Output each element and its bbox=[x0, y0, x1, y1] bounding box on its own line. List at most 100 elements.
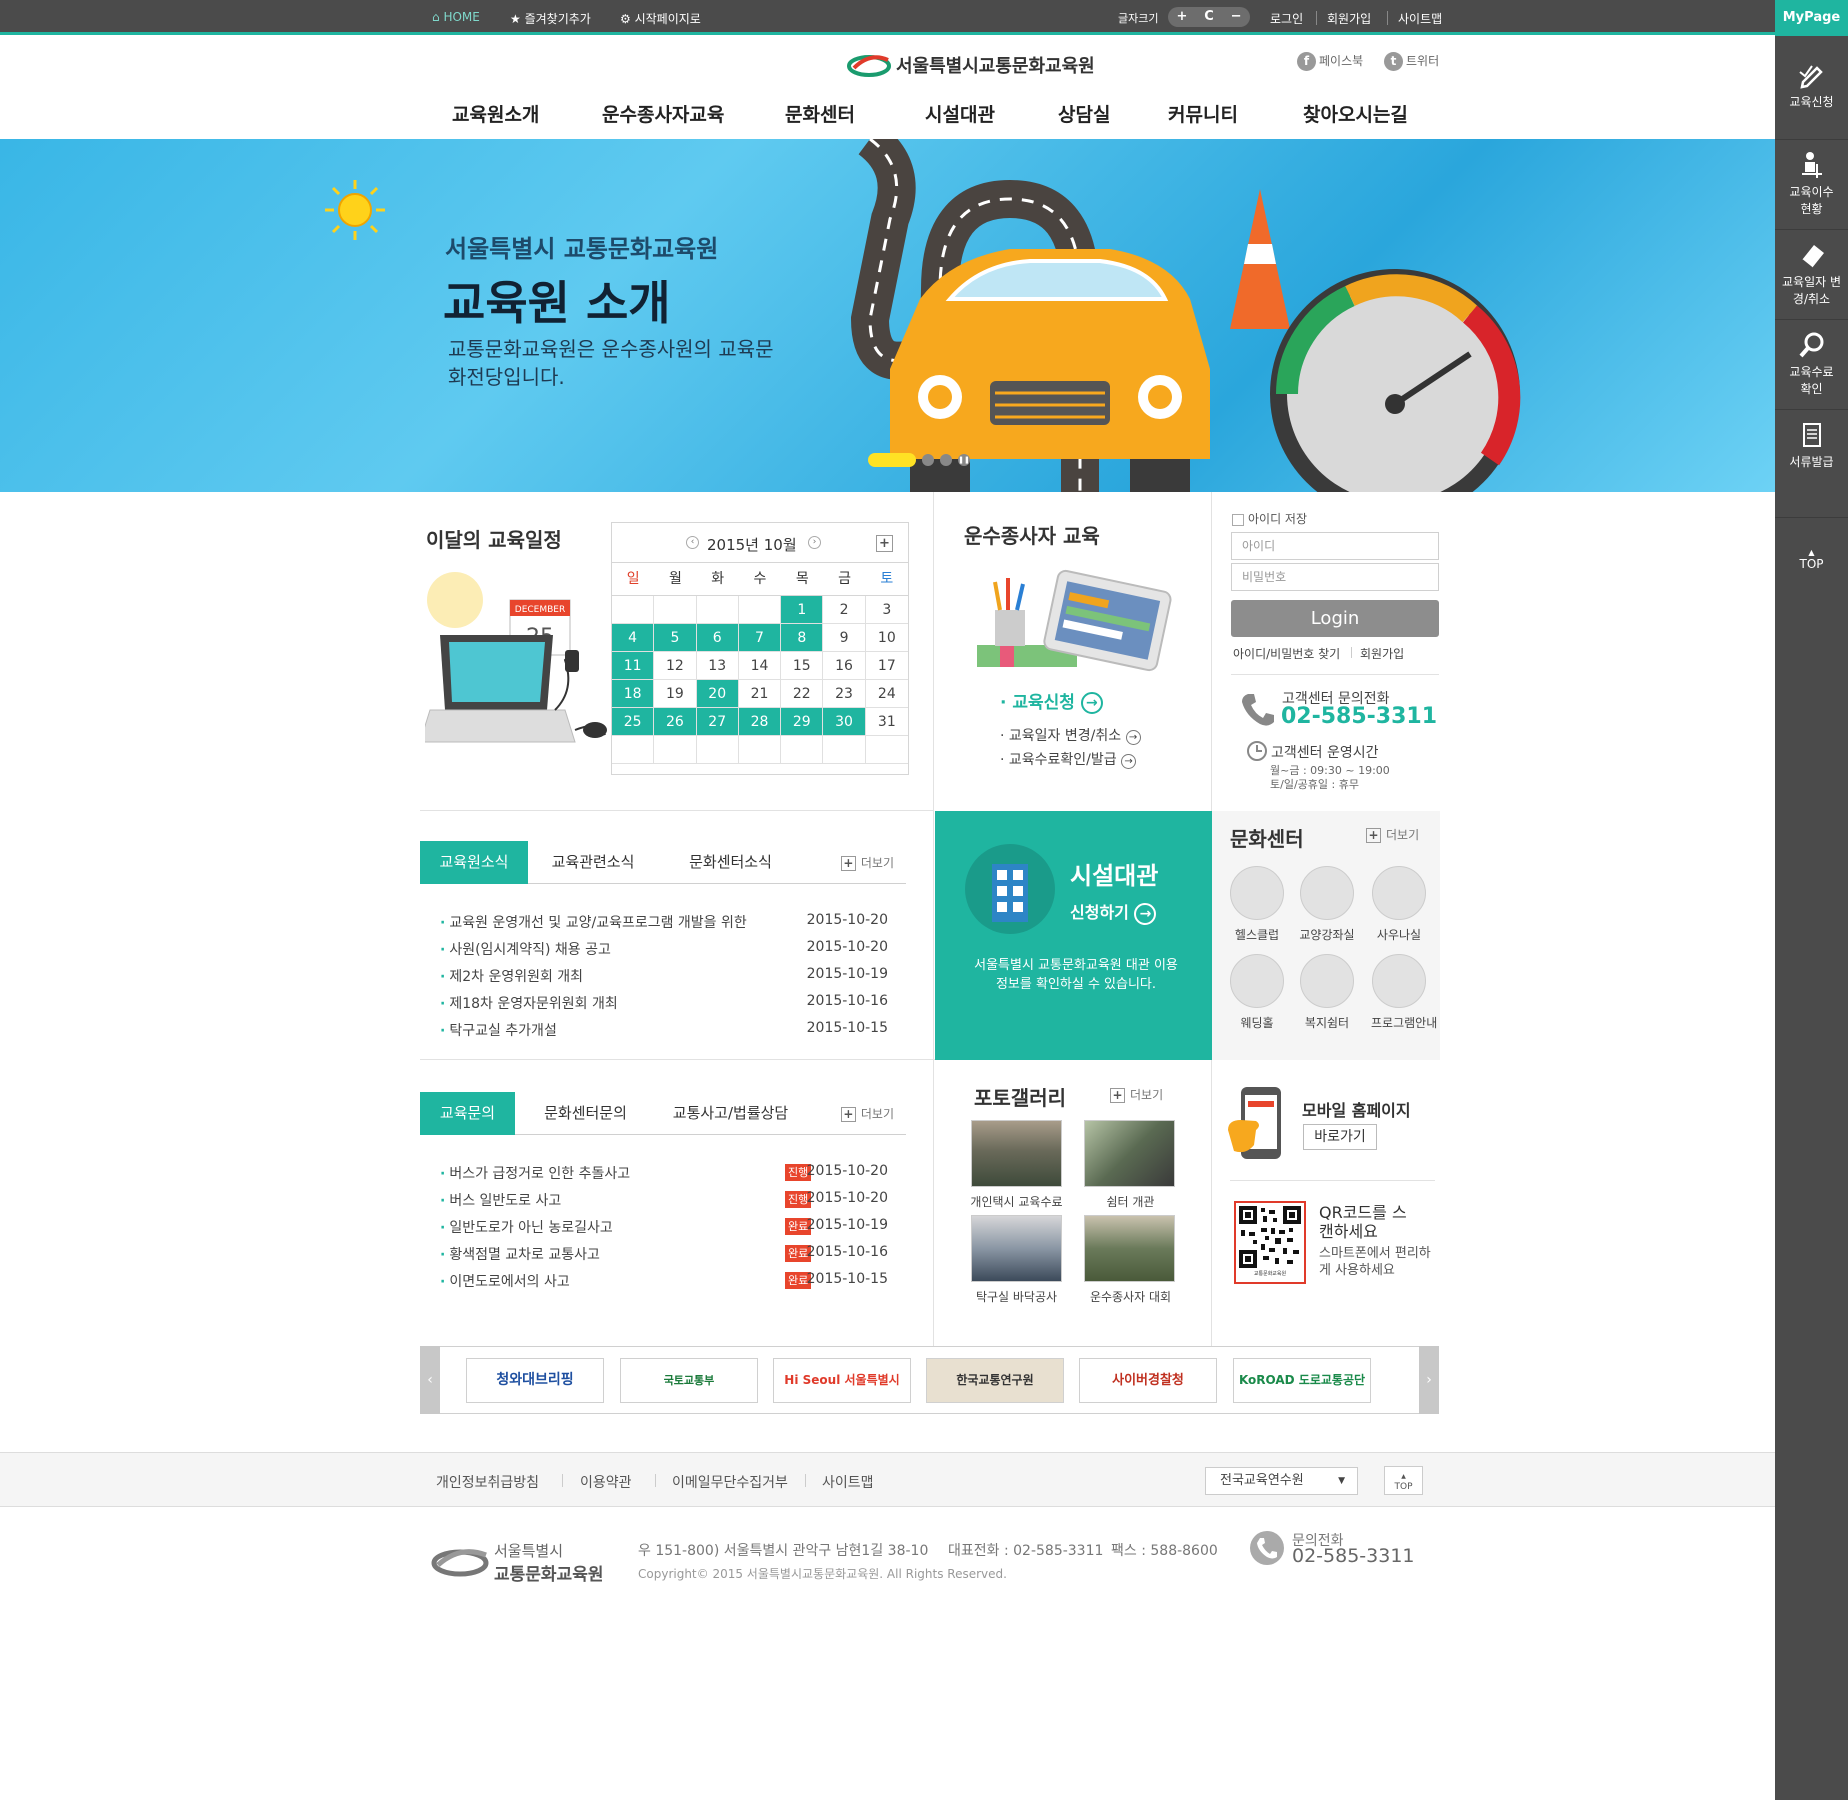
calendar-day[interactable]: 15 bbox=[781, 652, 824, 680]
calendar-day[interactable]: 3 bbox=[865, 596, 908, 624]
calendar-day[interactable]: 19 bbox=[654, 680, 697, 708]
quick-edu-complete[interactable]: 교육수료 확인 bbox=[1775, 320, 1848, 410]
news-item[interactable]: 제18차 운영자문위원회 개최 2015-10-16 bbox=[440, 989, 888, 1016]
calendar-day[interactable]: 12 bbox=[654, 652, 697, 680]
inquiry-item[interactable]: 일반도로가 아닌 농로길사고완료2015-10-19 bbox=[440, 1213, 888, 1240]
edu-change-link[interactable]: · 교육일자 변경/취소 → bbox=[1000, 725, 1141, 745]
partners-next-button[interactable]: › bbox=[1419, 1346, 1439, 1414]
calendar-day[interactable]: 4 bbox=[612, 624, 655, 652]
footer-sitemap-link[interactable]: 사이트맵 bbox=[822, 1472, 874, 1492]
calendar-day[interactable]: 16 bbox=[823, 652, 866, 680]
news-item[interactable]: 교육원 운영개선 및 교양/교육프로그램 개발을 위한 2015-10-20 bbox=[440, 908, 888, 935]
tab-accident-counsel[interactable]: 교통사고/법률상담 bbox=[648, 1092, 813, 1135]
tab-culture-news[interactable]: 문화센터소식 bbox=[663, 841, 798, 884]
slide-indicator[interactable] bbox=[940, 454, 952, 466]
calendar-day[interactable]: 31 bbox=[865, 708, 908, 736]
calendar-day[interactable]: 2 bbox=[823, 596, 866, 624]
calendar-day[interactable]: 24 bbox=[865, 680, 908, 708]
font-plus-button[interactable]: + bbox=[1176, 10, 1187, 24]
quick-documents[interactable]: 서류발급 bbox=[1775, 410, 1848, 518]
mobile-go-button[interactable]: 바로가기 bbox=[1303, 1124, 1377, 1150]
culture-item-welfare[interactable]: 복지쉼터 bbox=[1299, 954, 1355, 1031]
logo[interactable] bbox=[846, 50, 892, 82]
slide-indicator[interactable] bbox=[922, 454, 934, 466]
calendar-day[interactable]: 21 bbox=[738, 680, 782, 708]
gallery-caption[interactable]: 탁구실 바닥공사 bbox=[961, 1288, 1072, 1305]
nav-driver-edu[interactable]: 운수종사자교육 bbox=[602, 100, 724, 127]
bookmark-link[interactable]: ★ 즐겨찾기추가 bbox=[510, 10, 591, 27]
gallery-photo[interactable] bbox=[1084, 1120, 1175, 1187]
calendar-day[interactable]: 25 bbox=[612, 708, 655, 736]
startpage-link[interactable]: ⚙ 시작페이지로 bbox=[620, 10, 701, 27]
calendar-more-button[interactable]: + bbox=[876, 535, 893, 552]
quick-edu-apply[interactable]: 교육신청 bbox=[1775, 50, 1848, 140]
inquiry-item[interactable]: 이면도로에서의 사고완료2015-10-15 bbox=[440, 1267, 888, 1294]
gallery-photo[interactable] bbox=[971, 1120, 1062, 1187]
footer-terms-link[interactable]: 이용약관 bbox=[580, 1472, 632, 1492]
culture-item-program[interactable]: 프로그램안내 bbox=[1371, 954, 1437, 1031]
prev-month-button[interactable]: ‹ bbox=[686, 536, 699, 549]
footer-top-button[interactable]: ▲ TOP bbox=[1384, 1466, 1423, 1495]
twitter-link[interactable]: t 트위터 bbox=[1384, 52, 1439, 71]
save-id-checkbox[interactable]: 아이디 저장 bbox=[1232, 510, 1307, 527]
home-link[interactable]: ⌂ HOME bbox=[432, 10, 480, 24]
gallery-caption[interactable]: 운수종사자 대회 bbox=[1075, 1288, 1186, 1305]
calendar-day[interactable]: 23 bbox=[823, 680, 866, 708]
nav-facility[interactable]: 시설대관 bbox=[925, 100, 995, 127]
culture-item-wedding[interactable]: 웨딩홀 bbox=[1229, 954, 1285, 1031]
news-item[interactable]: 사원(임시계약직) 채용 공고 2015-10-20 bbox=[440, 935, 888, 962]
quick-edu-status[interactable]: 교육이수 현황 bbox=[1775, 140, 1848, 230]
facebook-link[interactable]: f 페이스북 bbox=[1297, 52, 1363, 71]
facility-rental-box[interactable]: 시설대관 신청하기 → 서울특별시 교통문화교육원 대관 이용정보를 확인하실 … bbox=[935, 811, 1212, 1060]
calendar-day[interactable]: 18 bbox=[612, 680, 655, 708]
calendar-day[interactable]: 27 bbox=[696, 708, 739, 736]
font-reset-button[interactable]: C bbox=[1204, 10, 1214, 24]
edu-complete-link[interactable]: · 교육수료확인/발급 → bbox=[1000, 749, 1137, 769]
nav-culture[interactable]: 문화센터 bbox=[785, 100, 855, 127]
calendar-day[interactable]: 26 bbox=[654, 708, 697, 736]
calendar-day[interactable]: 28 bbox=[738, 708, 782, 736]
partner-cheongwadae[interactable]: 청와대브리핑 bbox=[466, 1358, 604, 1403]
nav-about[interactable]: 교육원소개 bbox=[452, 100, 539, 127]
login-button[interactable]: Login bbox=[1231, 600, 1439, 637]
calendar-day[interactable]: 7 bbox=[738, 624, 782, 652]
culture-item-lecture[interactable]: 교양강좌실 bbox=[1299, 866, 1355, 943]
gallery-photo[interactable] bbox=[971, 1215, 1062, 1282]
scroll-top-button[interactable]: ▲ TOP bbox=[1775, 548, 1848, 571]
nav-community[interactable]: 커뮤니티 bbox=[1168, 100, 1238, 127]
password-input[interactable]: 비밀번호 bbox=[1231, 563, 1439, 591]
id-input[interactable]: 아이디 bbox=[1231, 532, 1439, 560]
calendar-day[interactable]: 20 bbox=[696, 680, 739, 708]
partner-koti[interactable]: 한국교통연구원 bbox=[926, 1358, 1064, 1403]
news-item[interactable]: 제2차 운영위원회 개최 2015-10-19 bbox=[440, 962, 888, 989]
partners-prev-button[interactable]: ‹ bbox=[420, 1346, 440, 1414]
inquiry-item[interactable]: 버스가 급정거로 인한 추돌사고진행2015-10-20 bbox=[440, 1159, 888, 1186]
partner-seoul[interactable]: Hi Seoul 서울특별시 bbox=[773, 1358, 911, 1403]
gallery-caption[interactable]: 개인택시 교육수료 bbox=[961, 1193, 1072, 1210]
partner-koroad[interactable]: KoROAD 도로교통공단 bbox=[1233, 1358, 1371, 1403]
tab-culture-inquiry[interactable]: 문화센터문의 bbox=[523, 1092, 648, 1135]
calendar-day[interactable]: 14 bbox=[738, 652, 782, 680]
join-link[interactable]: 회원가입 bbox=[1327, 10, 1371, 27]
footer-email-link[interactable]: 이메일무단수집거부 bbox=[672, 1472, 788, 1492]
calendar-day[interactable]: 17 bbox=[865, 652, 908, 680]
gallery-caption[interactable]: 쉼터 개관 bbox=[1075, 1193, 1186, 1210]
news-more-button[interactable]: + 더보기 bbox=[840, 854, 894, 871]
news-item[interactable]: 탁구교실 추가개설 2015-10-15 bbox=[440, 1016, 888, 1043]
calendar-day[interactable]: 13 bbox=[696, 652, 739, 680]
calendar-day[interactable]: 6 bbox=[696, 624, 739, 652]
next-month-button[interactable]: › bbox=[808, 536, 821, 549]
calendar-day[interactable]: 1 bbox=[781, 596, 824, 624]
sitemap-link[interactable]: 사이트맵 bbox=[1398, 10, 1442, 27]
culture-item-gym[interactable]: 헬스클럽 bbox=[1229, 866, 1285, 943]
mypage-button[interactable]: MyPage bbox=[1775, 0, 1848, 36]
font-minus-button[interactable]: − bbox=[1231, 10, 1242, 24]
inquiry-item[interactable]: 황색점멸 교차로 교통사고완료2015-10-16 bbox=[440, 1240, 888, 1267]
calendar-day[interactable]: 5 bbox=[654, 624, 697, 652]
login-link[interactable]: 로그인 bbox=[1270, 10, 1303, 27]
tab-edu-news[interactable]: 교육원소식 bbox=[420, 841, 528, 884]
quick-edu-change[interactable]: 교육일자 변경/취소 bbox=[1775, 230, 1848, 320]
nav-counsel[interactable]: 상담실 bbox=[1058, 100, 1110, 127]
culture-item-sauna[interactable]: 사우나실 bbox=[1371, 866, 1427, 943]
calendar-day[interactable]: 8 bbox=[781, 624, 824, 652]
